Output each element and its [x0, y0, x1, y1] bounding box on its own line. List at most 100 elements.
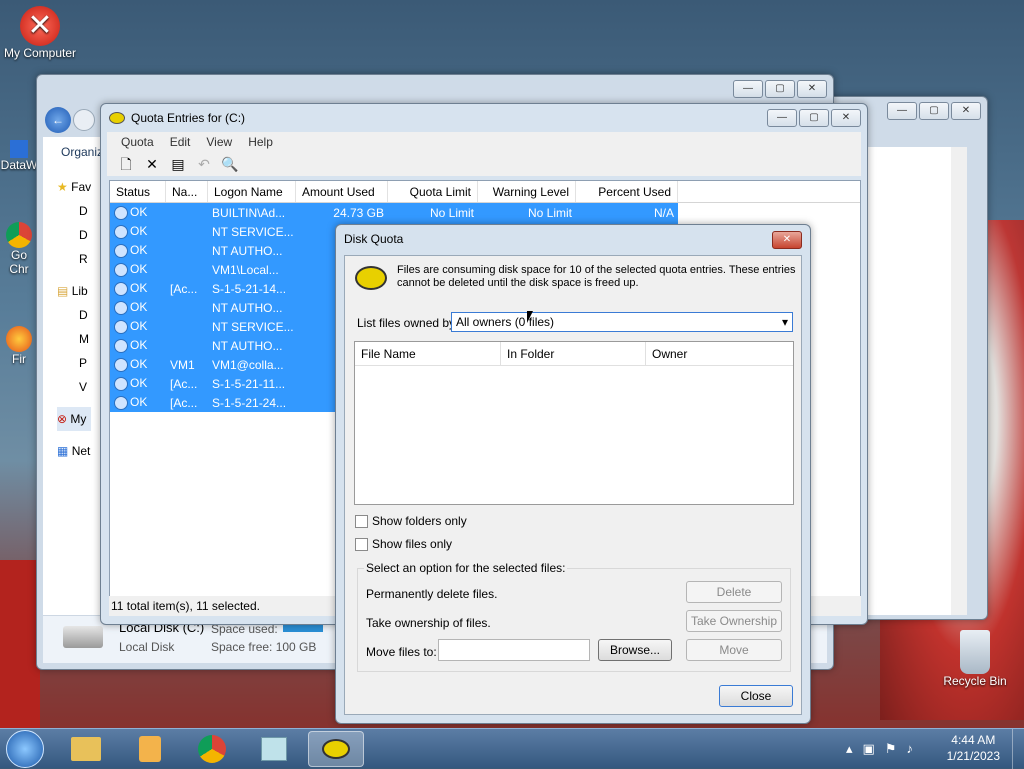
close-button[interactable]: ✕: [797, 80, 827, 98]
desktop-icon-label: DataW: [0, 158, 38, 172]
minimize-button[interactable]: —: [767, 109, 797, 127]
nav-item[interactable]: D: [57, 223, 91, 247]
cell-status: OK: [110, 338, 166, 353]
nav-item-libraries[interactable]: ▤ Lib: [57, 279, 91, 303]
column-name[interactable]: Na...: [166, 181, 208, 202]
desktop-icon-chrome[interactable]: Go Chr: [0, 222, 38, 276]
desktop-icon-recycle-bin[interactable]: Recycle Bin: [940, 630, 1010, 688]
star-icon: ★: [57, 180, 68, 194]
new-entry-icon[interactable]: 🗋: [117, 155, 135, 173]
nav-item-network[interactable]: ▦ Net: [57, 439, 91, 463]
column-in-folder[interactable]: In Folder: [501, 342, 646, 365]
folder-icon: ▤: [57, 284, 69, 298]
nav-item[interactable]: R: [57, 247, 91, 271]
table-row[interactable]: OK BUILTIN\Ad... 24.73 GB No Limit No Limit N…: [110, 203, 678, 222]
cell-text: VM1: [170, 357, 195, 372]
desktop-icon-my-computer[interactable]: ✕ My Computer: [0, 6, 80, 60]
back-button[interactable]: ←: [45, 107, 71, 133]
quota-ok-icon: [114, 243, 128, 258]
column-file-name[interactable]: File Name: [355, 342, 501, 365]
network-icon[interactable]: ▣: [863, 741, 875, 757]
minimize-button[interactable]: —: [733, 80, 763, 98]
clock[interactable]: 4:44 AM 1/21/2023: [947, 733, 1000, 763]
menu-edit[interactable]: Edit: [170, 135, 191, 149]
cell-status: OK: [110, 319, 166, 334]
column-warning-level[interactable]: Warning Level: [478, 181, 576, 202]
column-quota-limit[interactable]: Quota Limit: [388, 181, 478, 202]
nav-item[interactable]: D: [57, 199, 91, 223]
column-amount-used[interactable]: Amount Used: [296, 181, 388, 202]
undo-icon[interactable]: ↶: [195, 155, 213, 173]
dialog-close-button[interactable]: ✕: [772, 231, 802, 249]
disk-quota-dialog: Disk Quota ✕ Files are consuming disk sp…: [335, 224, 811, 724]
menu-view[interactable]: View: [206, 135, 232, 149]
menu-quota[interactable]: Quota: [121, 135, 154, 149]
taskbar-explorer[interactable]: [58, 731, 114, 767]
tray-icons: ▴ ▣ ⚑ ♪: [846, 741, 913, 757]
show-files-checkbox[interactable]: Show files only: [355, 537, 452, 551]
taskbar-notepad[interactable]: [246, 731, 302, 767]
nav-item-my-computer[interactable]: ⊗ My: [57, 407, 92, 431]
nav-item[interactable]: M: [57, 327, 91, 351]
action-center-icon[interactable]: ⚑: [885, 741, 897, 757]
cell-name: [Ac...: [166, 377, 208, 391]
window-title-bar[interactable]: Quota Entries for (C:): [101, 104, 867, 132]
start-button[interactable]: [6, 730, 44, 768]
nav-label: R: [79, 252, 88, 266]
maximize-button[interactable]: ▢: [919, 102, 949, 120]
scrollbar[interactable]: [951, 147, 967, 615]
cell-name: VM1: [166, 358, 208, 372]
delete-button[interactable]: Delete: [686, 581, 782, 603]
close-button[interactable]: ✕: [831, 109, 861, 127]
column-owner[interactable]: Owner: [646, 342, 792, 365]
taskbar-media-player[interactable]: [122, 731, 178, 767]
cell-text: NT AUTHO...: [212, 300, 283, 315]
cell-text: NT SERVICE...: [212, 224, 294, 239]
close-button[interactable]: ✕: [951, 102, 981, 120]
desktop-icon-firefox[interactable]: Fir: [0, 326, 38, 366]
take-ownership-button[interactable]: Take Ownership: [686, 610, 782, 632]
nav-label: D: [79, 308, 88, 322]
maximize-button[interactable]: ▢: [765, 80, 795, 98]
cell-text: OK: [130, 281, 148, 296]
forward-button[interactable]: [73, 109, 95, 131]
move-button[interactable]: Move: [686, 639, 782, 661]
nav-item[interactable]: P: [57, 351, 91, 375]
find-icon[interactable]: 🔍: [221, 155, 239, 173]
volume-icon[interactable]: ♪: [906, 741, 913, 757]
quota-icon: [322, 739, 350, 759]
quota-ok-icon: [114, 224, 128, 239]
column-percent-used[interactable]: Percent Used: [576, 181, 678, 202]
show-desktop-button[interactable]: [1012, 729, 1024, 769]
column-logon-name[interactable]: Logon Name: [208, 181, 296, 202]
owner-select[interactable]: All owners (0 files) ▾: [451, 312, 793, 332]
nav-item[interactable]: D: [57, 303, 91, 327]
recycle-bin-icon: [960, 630, 990, 674]
cell-logon: NT AUTHO...: [208, 244, 296, 258]
close-button[interactable]: Close: [719, 685, 793, 707]
organize-button[interactable]: Organiz: [61, 145, 103, 159]
minimize-button[interactable]: —: [887, 102, 917, 120]
delete-icon[interactable]: ✕: [143, 155, 161, 173]
properties-icon[interactable]: ▤: [169, 155, 187, 173]
move-path-input[interactable]: [438, 639, 590, 661]
show-hidden-icons-icon[interactable]: ▴: [846, 741, 853, 757]
taskbar-disk-quota[interactable]: [308, 731, 364, 767]
desktop-icon-datawin[interactable]: DataW: [0, 140, 38, 172]
show-folders-checkbox[interactable]: Show folders only: [355, 514, 467, 528]
taskbar-chrome[interactable]: [184, 731, 240, 767]
maximize-button[interactable]: ▢: [799, 109, 829, 127]
files-list[interactable]: File Name In Folder Owner: [354, 341, 794, 505]
dialog-title-bar[interactable]: Disk Quota: [336, 225, 810, 253]
nav-label: M: [79, 332, 89, 346]
cell-logon: VM1@colla...: [208, 358, 296, 372]
nav-item[interactable]: V: [57, 375, 91, 399]
nav-label: My: [70, 412, 87, 426]
desktop-icon-label: Recycle Bin: [943, 674, 1007, 688]
menu-help[interactable]: Help: [248, 135, 273, 149]
browse-button[interactable]: Browse...: [598, 639, 672, 661]
column-status[interactable]: Status: [110, 181, 166, 202]
error-icon: ⊗: [57, 412, 68, 426]
nav-item-favorites[interactable]: ★ Fav: [57, 175, 91, 199]
quota-ok-icon: [114, 262, 128, 277]
